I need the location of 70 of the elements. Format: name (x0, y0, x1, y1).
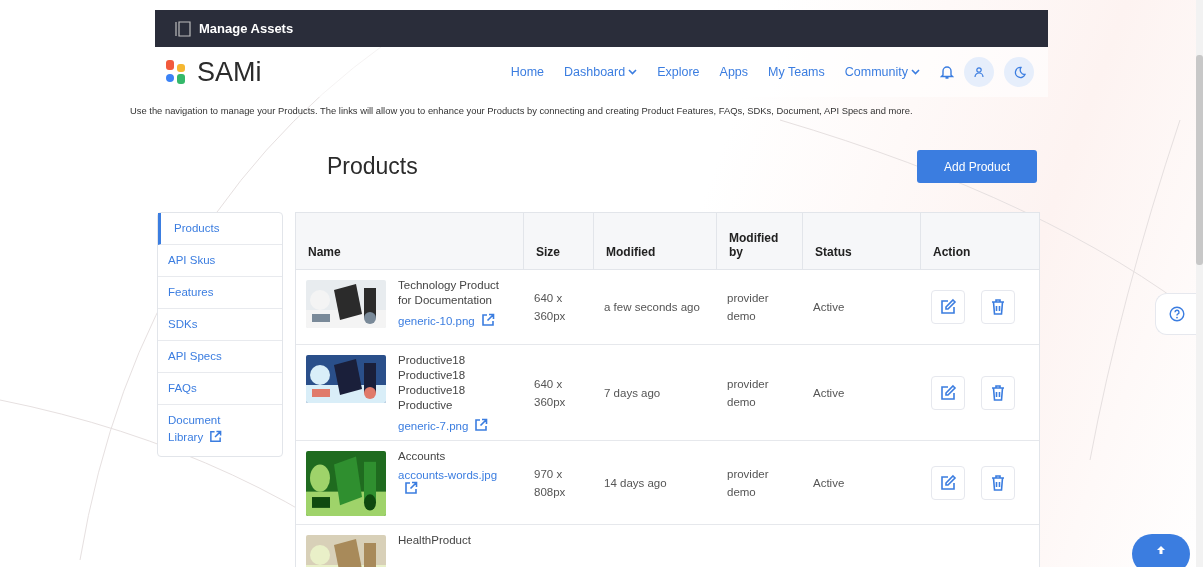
product-name: Accounts (398, 449, 447, 464)
size-cell-text: 640 x 360px (534, 376, 567, 410)
edit-button[interactable] (931, 290, 965, 324)
file-link[interactable]: generic-7.png (398, 418, 514, 432)
sidebar-item[interactable]: Products (158, 213, 282, 245)
trash-icon (990, 473, 1006, 492)
modified-by-cell-text: provider demo (727, 376, 770, 410)
edit-icon (939, 473, 957, 492)
scroll-to-top-button[interactable] (1132, 534, 1190, 567)
user-button[interactable] (964, 57, 994, 87)
theme-toggle-button[interactable] (1004, 57, 1034, 87)
delete-button[interactable] (981, 375, 1015, 410)
nav-link[interactable]: Home (510, 65, 544, 79)
page-title: Products (327, 153, 418, 180)
user-icon (973, 66, 985, 78)
modified-by-cell-text: provider demo (727, 291, 770, 324)
file-link[interactable]: accounts-words.jpg (398, 469, 514, 495)
moon-icon (1012, 65, 1026, 79)
modified-cell-text: 14 days ago (604, 475, 667, 491)
size-cell-text: 640 x 360px (534, 291, 567, 324)
sidebar-item[interactable]: SDKs (158, 309, 282, 341)
sidebar-item[interactable]: API Specs (158, 341, 282, 373)
logo-icon (165, 60, 187, 84)
sidebar-item[interactable]: FAQs (158, 373, 282, 405)
external-link-icon (404, 481, 418, 495)
nav-link[interactable]: Dashboard (564, 65, 638, 79)
nav-link[interactable]: Explore (657, 65, 700, 79)
arrow-up-icon (1156, 545, 1166, 555)
sidebar-item[interactable]: Features (158, 277, 282, 309)
help-icon (1168, 306, 1185, 322)
column-header: Name (296, 213, 524, 269)
file-link[interactable]: generic-10.png (398, 313, 514, 327)
nav-link[interactable]: Apps (719, 65, 749, 79)
trash-icon (990, 298, 1006, 316)
modified-by-cell-text: provider demo (727, 466, 770, 500)
status-cell-text: Active (813, 300, 845, 315)
app-title: Manage Assets (199, 21, 294, 36)
edit-icon (939, 383, 957, 402)
product-name: HealthProduct (398, 533, 471, 548)
status-cell-text: Active (813, 475, 845, 491)
scrollbar[interactable] (1196, 0, 1203, 567)
column-header: Modified by (717, 213, 803, 269)
column-header: Modified (594, 213, 717, 269)
column-header: Size (524, 213, 594, 269)
add-product-button[interactable]: Add Product (917, 150, 1037, 183)
delete-button[interactable] (981, 290, 1015, 324)
size-cell-text: 970 x 808px (534, 466, 567, 500)
modified-cell-text: a few seconds ago (604, 300, 700, 315)
help-button[interactable] (1155, 293, 1197, 335)
edit-button[interactable] (931, 465, 965, 500)
status-cell-text: Active (813, 385, 845, 401)
bell-icon[interactable] (940, 64, 954, 80)
external-link-icon (480, 313, 495, 327)
modified-cell-text: 7 days ago (604, 385, 661, 401)
edit-icon (939, 298, 957, 316)
column-header: Action (932, 244, 972, 261)
trash-icon (990, 383, 1006, 402)
sidebar-item[interactable]: API Skus (158, 245, 282, 277)
sidebar-item[interactable]: Document Library (158, 405, 282, 456)
intro-text: Use the navigation to manage your Products. The links will allow you to enhance your Products by connecting and creating Product Features, FAQs, SDKs, Document, API Specs and more. (130, 105, 914, 116)
column-header: Status (803, 213, 921, 269)
product-name: Technology Product for Documentation (398, 278, 500, 308)
nav-link[interactable]: Community (844, 65, 920, 79)
edit-button[interactable] (931, 375, 965, 410)
product-name: Productive18 Productive18 Productive18 Productive (398, 353, 467, 413)
nav-link[interactable]: My Teams (768, 65, 825, 79)
brand-name: SAMi (197, 56, 262, 88)
external-link-icon (474, 418, 489, 432)
sidebar-toggle-icon[interactable] (175, 20, 191, 37)
delete-button[interactable] (981, 465, 1015, 500)
